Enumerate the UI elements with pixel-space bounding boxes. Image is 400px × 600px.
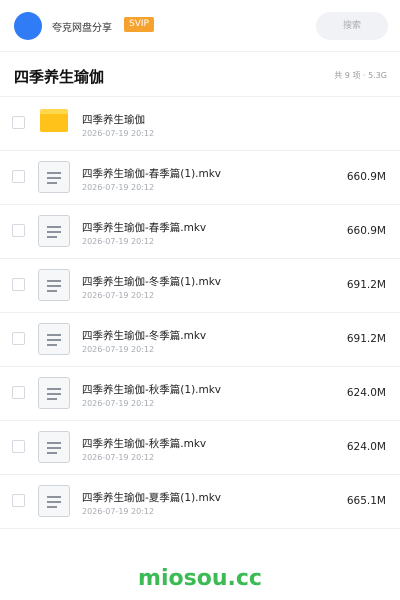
item-size: 660.9M	[346, 225, 386, 237]
item-name: 四季养生瑜伽-冬季篇.mkv	[82, 330, 207, 342]
item-name: 四季养生瑜伽-秋季篇(1).mkv	[82, 384, 222, 396]
item-date: 2026-07-19 20:12	[82, 183, 155, 192]
item-date: 2026-07-19 20:12	[82, 345, 155, 354]
avatar[interactable]	[14, 12, 42, 40]
item-date: 2026-07-19 20:12	[82, 399, 155, 408]
video-file-icon	[38, 431, 70, 463]
folder-summary: 共 9 项 · 5.3G	[334, 71, 387, 80]
item-name: 四季养生瑜伽-冬季篇(1).mkv	[82, 276, 222, 288]
top-header: 夸克网盘分享 SVIP 搜索	[0, 0, 400, 52]
item-size: 691.2M	[346, 279, 386, 291]
list-item[interactable]: 四季养生瑜伽-夏季篇(1).mkv 2026-07-19 20:12 665.1…	[0, 475, 400, 529]
video-file-icon	[38, 161, 70, 193]
file-list: 四季养生瑜伽 2026-07-19 20:12 四季养生瑜伽-春季篇(1).mk…	[0, 97, 400, 529]
item-name: 四季养生瑜伽-春季篇(1).mkv	[82, 168, 222, 180]
site-watermark: miosou.cc	[138, 566, 262, 591]
item-size: 691.2M	[346, 333, 386, 345]
list-item[interactable]: 四季养生瑜伽-冬季篇(1).mkv 2026-07-19 20:12 691.2…	[0, 259, 400, 313]
list-item[interactable]: 四季养生瑜伽-春季篇.mkv 2026-07-19 20:12 660.9M	[0, 205, 400, 259]
item-date: 2026-07-19 20:12	[82, 291, 155, 300]
item-date: 2026-07-19 20:12	[82, 237, 155, 246]
svip-badge: SVIP	[124, 17, 154, 32]
item-date: 2026-07-19 20:12	[82, 453, 155, 462]
list-item[interactable]: 四季养生瑜伽-秋季篇.mkv 2026-07-19 20:12 624.0M	[0, 421, 400, 475]
item-name: 四季养生瑜伽-秋季篇.mkv	[82, 438, 207, 450]
item-date: 2026-07-19 20:12	[82, 129, 155, 138]
select-checkbox[interactable]	[12, 170, 25, 183]
select-checkbox[interactable]	[12, 278, 25, 291]
video-file-icon	[38, 269, 70, 301]
list-item[interactable]: 四季养生瑜伽 2026-07-19 20:12	[0, 97, 400, 151]
video-file-icon	[38, 215, 70, 247]
select-checkbox[interactable]	[12, 116, 25, 129]
video-file-icon	[38, 485, 70, 517]
share-name: 夸克网盘分享	[52, 23, 112, 34]
item-name: 四季养生瑜伽-夏季篇(1).mkv	[82, 492, 222, 504]
video-file-icon	[38, 377, 70, 409]
select-checkbox[interactable]	[12, 332, 25, 345]
list-item[interactable]: 四季养生瑜伽-春季篇(1).mkv 2026-07-19 20:12 660.9…	[0, 151, 400, 205]
search-input[interactable]: 搜索	[316, 12, 388, 40]
select-checkbox[interactable]	[12, 440, 25, 453]
item-name: 四季养生瑜伽-春季篇.mkv	[82, 222, 207, 234]
video-file-icon	[38, 323, 70, 355]
select-checkbox[interactable]	[12, 494, 25, 507]
item-name: 四季养生瑜伽	[82, 114, 145, 126]
item-size: 624.0M	[346, 387, 386, 399]
folder-icon	[40, 109, 68, 132]
select-checkbox[interactable]	[12, 386, 25, 399]
item-size: 665.1M	[346, 495, 386, 507]
item-size: 624.0M	[346, 441, 386, 453]
item-size: 660.9M	[346, 171, 386, 183]
list-item[interactable]: 四季养生瑜伽-秋季篇(1).mkv 2026-07-19 20:12 624.0…	[0, 367, 400, 421]
item-date: 2026-07-19 20:12	[82, 507, 155, 516]
page-title: 四季养生瑜伽	[14, 68, 105, 86]
select-checkbox[interactable]	[12, 224, 25, 237]
list-item[interactable]: 四季养生瑜伽-冬季篇.mkv 2026-07-19 20:12 691.2M	[0, 313, 400, 367]
